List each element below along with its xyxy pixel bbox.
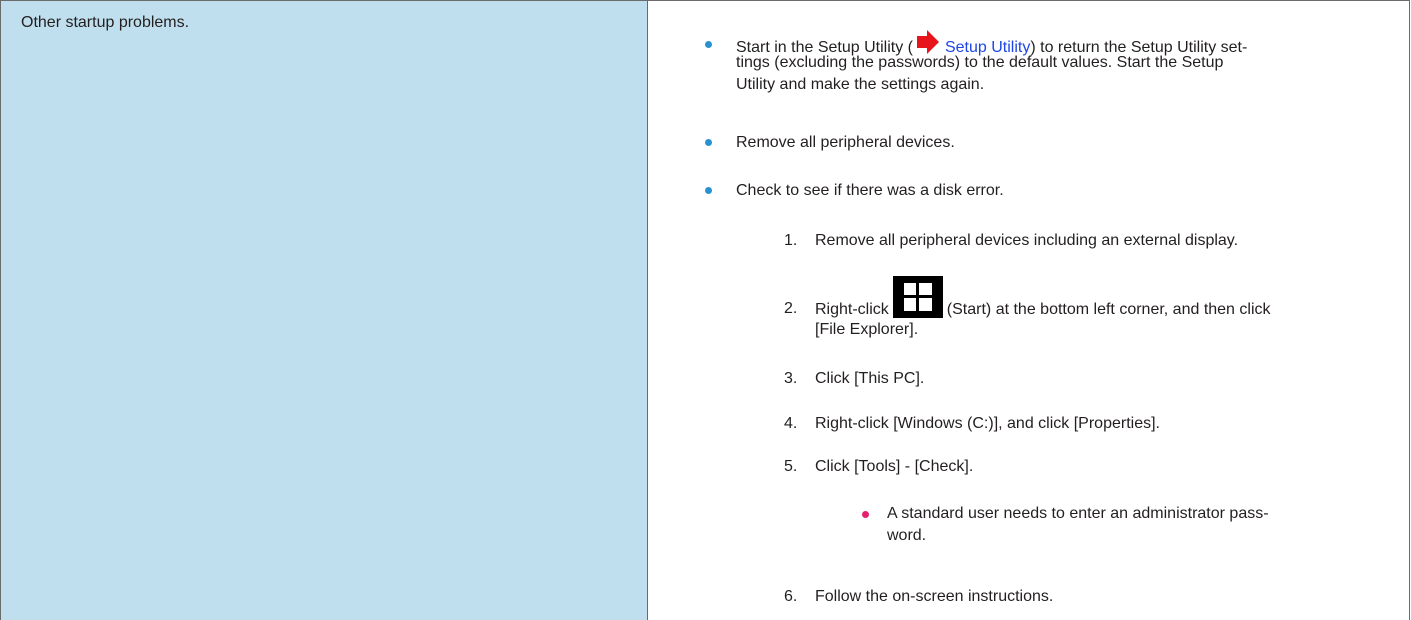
- problem-cell: Other startup problems.: [1, 1, 648, 620]
- step-number: 3.: [784, 370, 798, 387]
- step-text: Right-click (Start) at the bottom left co…: [815, 273, 1375, 341]
- step-text: Right-click [Windows (C:)], and click [P…: [815, 415, 1160, 432]
- troubleshooting-table: Other startup problems. Start in the Set…: [0, 0, 1410, 620]
- problem-text: Other startup problems.: [21, 14, 190, 31]
- windows-start-icon: [892, 276, 943, 318]
- step-text: Follow the on-screen instructions.: [815, 588, 1054, 605]
- step-text: Remove all peripheral devices including …: [815, 232, 1239, 249]
- bullet-item-setup: Start in the Setup Utility (Setup Utilit…: [736, 30, 1411, 96]
- note-bullet-icon: [862, 511, 869, 518]
- step-text: Click [Tools] - [Check].: [815, 458, 974, 475]
- bullet-item-remove: Remove all peripheral devices.: [736, 134, 955, 151]
- bullet-item-disk-check: Check to see if there was a disk error.: [736, 182, 1004, 199]
- bullet-icon: [705, 139, 712, 146]
- step-text: Click [This PC].: [815, 370, 925, 387]
- step-number: 2.: [784, 300, 798, 317]
- step-number: 5.: [784, 458, 798, 475]
- step-number: 1.: [784, 232, 798, 249]
- solution-cell: Start in the Setup Utility (Setup Utilit…: [648, 1, 1409, 620]
- step-number: 4.: [784, 415, 798, 432]
- bullet-icon: [705, 187, 712, 194]
- admin-note: A standard user needs to enter an admini…: [887, 505, 1269, 544]
- bullet-icon: [705, 41, 712, 48]
- step-number: 6.: [784, 588, 798, 605]
